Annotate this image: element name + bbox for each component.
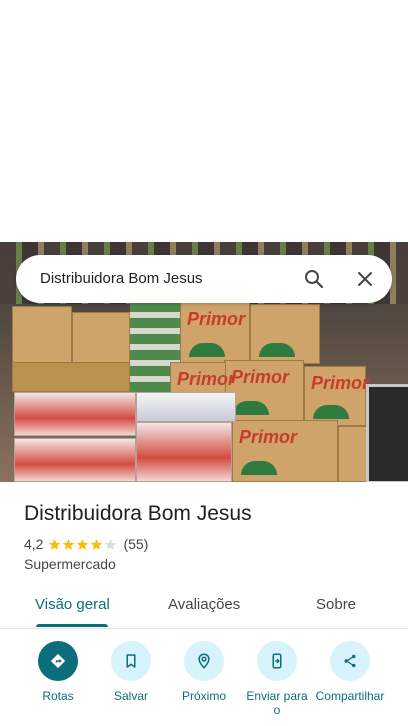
product-pack	[14, 392, 136, 436]
star-icon	[49, 538, 61, 550]
star-icon	[77, 538, 89, 550]
star-empty-icon	[105, 538, 117, 550]
send-to-phone-icon[interactable]	[257, 641, 297, 681]
tab-overview[interactable]: Visão geral	[35, 596, 110, 613]
box-brand: Primor	[231, 367, 290, 387]
share-label: Compartilhar	[315, 689, 385, 703]
box-brand: Primor	[239, 427, 298, 447]
place-category[interactable]: Supermercado	[24, 556, 116, 572]
product-pack	[136, 392, 236, 422]
review-count: (55)	[123, 536, 149, 552]
send-to-phone-label: Enviar para o	[246, 689, 308, 717]
place-title: Distribuidora Bom Jesus	[24, 502, 252, 525]
share-icon[interactable]	[330, 641, 370, 681]
map-area[interactable]	[0, 0, 408, 242]
save-label: Salvar	[113, 689, 148, 703]
product-box	[12, 306, 72, 366]
box-brand: Primor	[187, 309, 246, 329]
star-icon	[63, 538, 75, 550]
product-pack	[14, 438, 136, 482]
search-icon[interactable]	[302, 267, 326, 291]
product-pack	[136, 422, 232, 482]
product-box: Primor	[180, 302, 250, 364]
rating-value: 4,2	[24, 536, 44, 552]
rating-row[interactable]: 4,2 (55)	[24, 536, 148, 552]
rating-stars	[48, 538, 118, 551]
product-box	[338, 426, 368, 482]
search-input[interactable]: Distribuidora Bom Jesus	[40, 270, 203, 287]
bookmark-icon[interactable]	[111, 641, 151, 681]
box-brand: Primor	[311, 373, 370, 393]
directions-icon[interactable]	[38, 641, 78, 681]
share-button[interactable]: Compartilhar	[310, 641, 390, 703]
close-icon[interactable]	[353, 267, 377, 291]
product-box	[72, 312, 130, 366]
monitor	[366, 384, 408, 482]
product-box	[250, 304, 320, 364]
tab-bar: Visão geral Avaliações Sobre	[0, 586, 408, 629]
product-box: Primor	[304, 366, 370, 426]
tab-about[interactable]: Sobre	[316, 596, 356, 613]
save-button[interactable]: Salvar	[91, 641, 171, 703]
box-brand: Primor	[177, 369, 236, 389]
directions-button[interactable]: Rotas	[18, 641, 98, 703]
nearby-button[interactable]: Próximo	[164, 641, 244, 703]
tab-indicator	[36, 624, 108, 627]
product-box	[12, 362, 130, 392]
tab-reviews[interactable]: Avaliações	[168, 596, 240, 613]
nearby-label: Próximo	[181, 689, 226, 703]
product-box: Primor	[224, 360, 304, 422]
search-bar[interactable]: Distribuidora Bom Jesus	[16, 255, 392, 303]
product-box: Primor	[232, 420, 338, 482]
send-to-phone-button[interactable]: Enviar para o	[237, 641, 317, 717]
star-icon	[91, 538, 103, 550]
directions-label: Rotas	[42, 689, 74, 703]
nearby-icon[interactable]	[184, 641, 224, 681]
